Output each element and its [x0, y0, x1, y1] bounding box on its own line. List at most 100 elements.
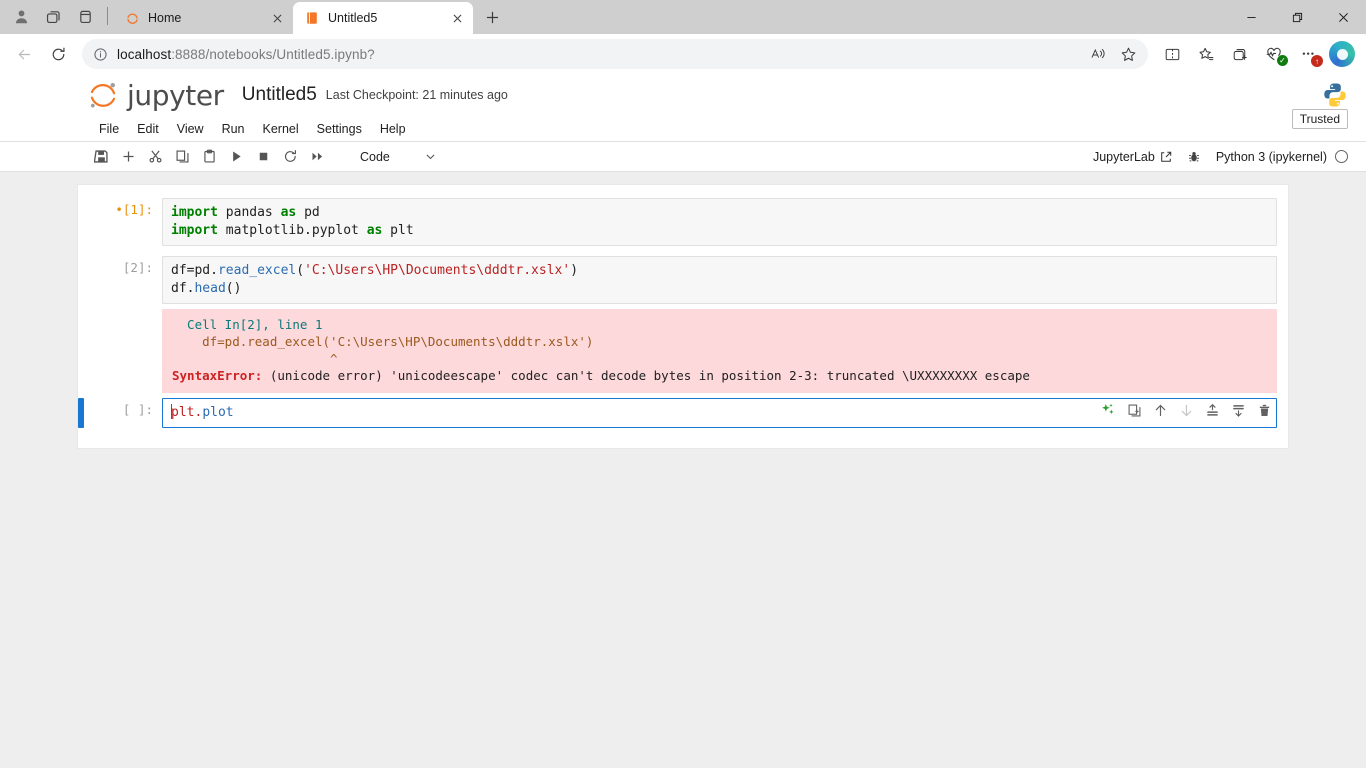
close-icon[interactable] — [269, 10, 285, 26]
cell-prompt: [2]: — [122, 260, 153, 275]
reload-button[interactable] — [42, 38, 74, 70]
external-link-icon — [1161, 151, 1172, 162]
minimize-icon[interactable] — [1228, 0, 1274, 34]
new-tab-button[interactable] — [477, 3, 507, 31]
move-cell-down-icon[interactable] — [1176, 400, 1196, 420]
last-checkpoint-label: Last Checkpoint: 21 minutes ago — [325, 88, 508, 102]
browser-toolbar: localhost:8888/notebooks/Untitled5.ipynb… — [0, 34, 1366, 74]
bug-icon[interactable] — [1181, 145, 1207, 169]
workspaces-icon[interactable] — [38, 2, 68, 30]
cell-prompt: •[1]: — [115, 202, 153, 217]
duplicate-cell-icon[interactable] — [1124, 400, 1144, 420]
jupyter-logo[interactable]: jupyter — [86, 78, 224, 112]
traceback-text: Cell In[2], line 1 df=pd.read_excel('C:\… — [162, 309, 1277, 393]
collections-icon[interactable] — [1224, 39, 1256, 69]
notebook-cell-2[interactable]: [2]: df=pd.read_excel('C:\Users\HP\Docum… — [78, 251, 1288, 309]
trusted-badge[interactable]: Trusted — [1291, 108, 1348, 129]
menu-run[interactable]: Run — [213, 119, 254, 139]
jupyter-wordmark: jupyter — [127, 78, 224, 112]
browser-tab-untitled5[interactable]: Untitled5 — [293, 2, 473, 34]
menu-settings[interactable]: Settings — [308, 119, 371, 139]
notebook-cell-3-active[interactable]: [ ]: plt.plot — [78, 393, 1288, 433]
cut-cell-button[interactable] — [142, 145, 168, 169]
toolbar-right: JupyterLab Python 3 (ipykernel) — [1093, 145, 1348, 169]
menu-kernel[interactable]: Kernel — [254, 119, 308, 139]
tab-title: Home — [148, 11, 182, 25]
jupyter-loading-icon — [124, 10, 140, 26]
jupyter-logo-icon — [90, 83, 116, 108]
cell-error-output: Cell In[2], line 1 df=pd.read_excel('C:\… — [78, 309, 1288, 393]
jupyterlab-link[interactable]: JupyterLab — [1093, 150, 1172, 164]
insert-cell-button[interactable] — [115, 145, 141, 169]
profile-avatar-icon[interactable] — [6, 2, 36, 30]
address-bar[interactable]: localhost:8888/notebooks/Untitled5.ipynb… — [82, 39, 1148, 69]
menu-edit[interactable]: Edit — [128, 119, 168, 139]
menu-view[interactable]: View — [168, 119, 213, 139]
copy-cell-button[interactable] — [169, 145, 195, 169]
settings-more-icon[interactable]: ↑ — [1292, 39, 1324, 69]
interrupt-kernel-button[interactable] — [250, 145, 276, 169]
jupyter-menubar: File Edit View Run Kernel Settings Help … — [0, 108, 1366, 142]
error-cell-line: Cell In[2], line 1 — [172, 317, 323, 332]
cell-prompt: [ ]: — [122, 402, 153, 417]
cell-selection-bar — [78, 198, 84, 246]
info-circle-icon[interactable] — [91, 45, 109, 63]
split-screen-icon[interactable] — [1156, 39, 1188, 69]
paste-cell-button[interactable] — [196, 145, 222, 169]
url-host: localhost — [117, 46, 172, 62]
ai-assist-icon[interactable] — [1098, 400, 1118, 420]
error-source-line: df=pd.read_excel('C:\Users\HP\Documents\… — [172, 334, 594, 349]
favorites-icon[interactable] — [1190, 39, 1222, 69]
restart-run-all-button[interactable] — [304, 145, 330, 169]
notebook-scroll-area[interactable]: •[1]: import pandas as pd import matplot… — [0, 172, 1366, 768]
restart-kernel-button[interactable] — [277, 145, 303, 169]
kernel-label: Python 3 (ipykernel) — [1215, 149, 1327, 164]
jupyter-notebook-page: jupyter Untitled5 Last Checkpoint: 21 mi… — [0, 74, 1366, 768]
cell-selection-bar — [78, 398, 84, 428]
add-favorite-icon[interactable] — [1114, 41, 1142, 67]
cell-selection-bar — [78, 256, 84, 304]
insert-cell-above-icon[interactable] — [1202, 400, 1222, 420]
save-button[interactable] — [88, 145, 114, 169]
notebook-toolbar: Code JupyterLab Python 3 (ipykernel) — [0, 142, 1366, 172]
menu-file[interactable]: File — [90, 119, 128, 139]
kernel-idle-indicator — [1335, 150, 1348, 163]
code-editor[interactable]: df=pd.read_excel('C:\Users\HP\Documents\… — [162, 256, 1277, 304]
code-editor[interactable]: import pandas as pd import matplotlib.py… — [162, 198, 1277, 246]
cell-action-toolbar — [1098, 400, 1274, 420]
tabstrip-divider — [107, 7, 108, 25]
error-caret-line: ^ — [172, 351, 338, 366]
cell-type-dropdown[interactable]: Code — [354, 145, 443, 169]
read-aloud-icon[interactable] — [1084, 41, 1112, 67]
chevron-down-icon — [426, 154, 435, 160]
menu-help[interactable]: Help — [371, 119, 415, 139]
jupyter-notebook-icon — [304, 10, 320, 26]
browser-tab-home[interactable]: Home — [113, 2, 293, 34]
update-badge: ↑ — [1311, 55, 1323, 67]
delete-cell-icon[interactable] — [1254, 400, 1274, 420]
notebook-cell-1[interactable]: •[1]: import pandas as pd import matplot… — [78, 193, 1288, 251]
restore-icon[interactable] — [1274, 0, 1320, 34]
close-icon[interactable] — [1320, 0, 1366, 34]
tab-title: Untitled5 — [328, 11, 378, 25]
essentials-ok-badge: ✓ — [1277, 55, 1288, 66]
python-logo-icon — [1322, 82, 1348, 108]
error-message: (unicode error) 'unicodeescape' codec ca… — [262, 368, 1030, 383]
move-cell-up-icon[interactable] — [1150, 400, 1170, 420]
notebook-panel: •[1]: import pandas as pd import matplot… — [77, 184, 1289, 449]
jupyterlab-label: JupyterLab — [1092, 149, 1155, 164]
url-text: localhost:8888/notebooks/Untitled5.ipynb… — [117, 47, 1076, 62]
back-button[interactable] — [8, 38, 40, 70]
browser-chrome: Home Untitled5 localhost:8888/notebooks/… — [0, 0, 1366, 74]
insert-cell-below-icon[interactable] — [1228, 400, 1248, 420]
jupyter-header: jupyter Untitled5 Last Checkpoint: 21 mi… — [0, 74, 1366, 116]
close-icon[interactable] — [449, 10, 465, 26]
error-type: SyntaxError: — [172, 368, 263, 383]
browser-essentials-icon[interactable]: ✓ — [1258, 39, 1290, 69]
notebook-title[interactable]: Untitled5 — [242, 84, 317, 106]
tab-actions-icon[interactable] — [70, 2, 100, 30]
copilot-icon[interactable] — [1326, 39, 1358, 69]
kernel-status[interactable]: Python 3 (ipykernel) — [1216, 150, 1348, 164]
header-right — [1322, 82, 1348, 108]
run-cell-button[interactable] — [223, 145, 249, 169]
